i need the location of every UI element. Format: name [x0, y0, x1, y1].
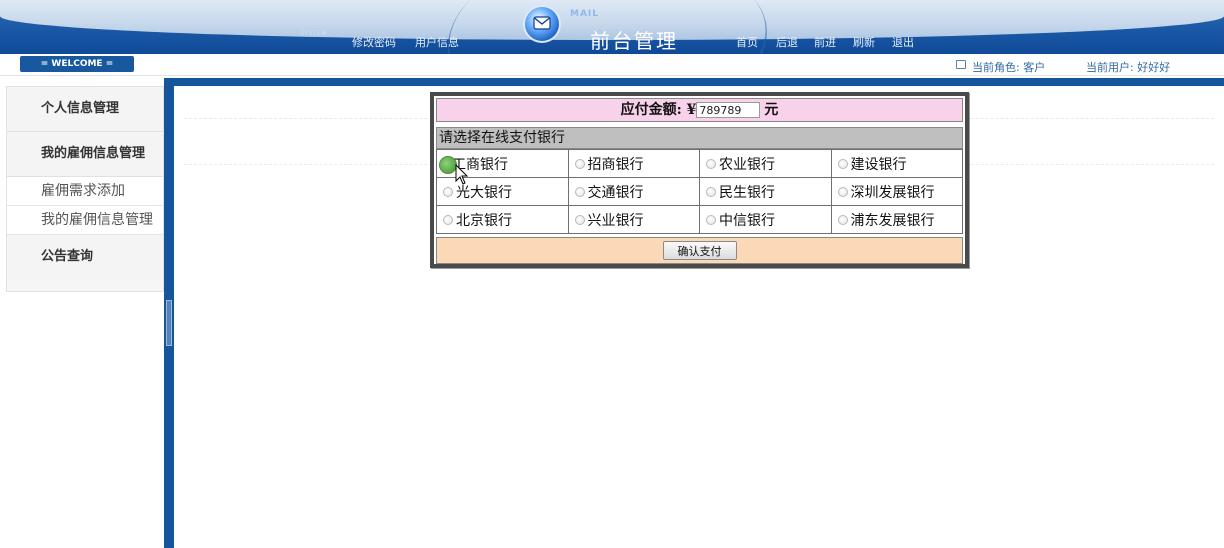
sidebar-subitem-add-demand[interactable]: 雇佣需求添加 [7, 177, 163, 206]
bank-option-cmbc[interactable]: 民生银行 [699, 177, 832, 206]
radio-icon[interactable] [706, 186, 716, 197]
bank-label: 浦东发展银行 [850, 212, 935, 229]
bank-label: 北京银行 [456, 212, 512, 229]
nav-home[interactable]: 首页 [736, 34, 758, 50]
bank-label: 招商银行 [587, 156, 644, 173]
bank-option-bob[interactable]: 北京银行 [436, 205, 569, 234]
bank-prompt: 请选择在线支付银行 [436, 127, 963, 149]
sidebar-item-announcements[interactable]: 公告查询 [7, 235, 163, 280]
nav-logout[interactable]: 退出 [892, 34, 914, 50]
cursor-icon [455, 164, 469, 185]
amount-label: 应付金额: [620, 102, 682, 118]
amount-input[interactable] [696, 102, 761, 118]
bank-option-spdb[interactable]: 浦东发展银行 [830, 205, 963, 234]
current-user: 当前用户: 好好好 [1086, 61, 1171, 74]
mail-icon [523, 5, 561, 43]
bank-option-bocom[interactable]: 交通银行 [567, 177, 700, 206]
change-password-link[interactable]: 修改密码 [352, 34, 396, 50]
system-tag: SYSTEM [300, 30, 327, 37]
sidebar-item-employment-info[interactable]: 我的雇佣信息管理 [7, 132, 163, 177]
amount-row: 应付金额: ¥ 元 [436, 98, 963, 122]
bank-label: 建设银行 [850, 156, 907, 173]
sidebar: 个人信息管理 我的雇佣信息管理 雇佣需求添加 我的雇佣信息管理 公告查询 [6, 86, 164, 292]
confirm-payment-button[interactable]: 确认支付 [662, 241, 737, 260]
nav-back[interactable]: 后退 [776, 34, 798, 50]
bank-option-cib[interactable]: 兴业银行 [567, 205, 700, 234]
radio-icon[interactable] [443, 186, 453, 197]
welcome-strip: = WELCOME = 当前角色: 客户 当前用户: 好好好 [0, 54, 1224, 76]
bank-label: 兴业银行 [587, 212, 644, 229]
welcome-badge: = WELCOME = [20, 56, 134, 72]
bank-option-ccb[interactable]: 建设银行 [830, 149, 963, 178]
nav-forward[interactable]: 前进 [814, 34, 836, 50]
bank-grid: 工商银行 招商银行 农业银行 建设银行 光大银行 交通银行 民生银行 深圳发展银… [436, 149, 963, 234]
radio-icon[interactable] [574, 214, 585, 225]
bank-label: 民生银行 [719, 184, 775, 201]
bank-label: 深圳发展银行 [850, 184, 935, 201]
bank-label: 光大银行 [456, 184, 512, 201]
radio-icon[interactable] [443, 214, 453, 225]
radio-icon[interactable] [837, 186, 848, 197]
content-frame-top [164, 78, 1224, 86]
mail-tag: MAIL [570, 9, 600, 19]
payment-footer: 确认支付 [436, 237, 963, 264]
radio-icon[interactable] [837, 158, 848, 169]
radio-icon[interactable] [574, 186, 585, 197]
bank-label: 交通银行 [587, 184, 644, 201]
bank-option-citic[interactable]: 中信银行 [699, 205, 832, 234]
current-role: 当前角色: 客户 [972, 61, 1046, 74]
bank-option-cmb[interactable]: 招商银行 [567, 149, 700, 178]
amount-unit: 元 [764, 102, 779, 118]
radio-icon[interactable] [837, 214, 848, 225]
currency-symbol: ¥ [686, 102, 697, 118]
bank-label: 中信银行 [719, 212, 775, 229]
bank-option-abc[interactable]: 农业银行 [699, 149, 832, 178]
header-banner: SYSTEM 修改密码 用户信息 MAIL 前台管理 首页 后退 前进 刷新 退… [0, 0, 1224, 54]
payment-dialog: 应付金额: ¥ 元 请选择在线支付银行 工商银行 招商银行 农业银行 建设银行 光… [430, 92, 969, 268]
sidebar-toggle-handle[interactable] [166, 300, 172, 346]
bank-option-sdb[interactable]: 深圳发展银行 [830, 177, 963, 206]
app-title: 前台管理 [590, 29, 678, 53]
sidebar-subitem-my-employment[interactable]: 我的雇佣信息管理 [7, 206, 163, 235]
radio-icon[interactable] [574, 158, 585, 169]
user-info-link[interactable]: 用户信息 [415, 34, 459, 50]
sidebar-item-personal-info[interactable]: 个人信息管理 [7, 87, 163, 132]
radio-icon[interactable] [706, 214, 716, 225]
role-icon [956, 60, 966, 69]
bank-label: 农业银行 [719, 156, 775, 173]
nav-refresh[interactable]: 刷新 [853, 34, 875, 50]
radio-icon[interactable] [706, 158, 716, 169]
